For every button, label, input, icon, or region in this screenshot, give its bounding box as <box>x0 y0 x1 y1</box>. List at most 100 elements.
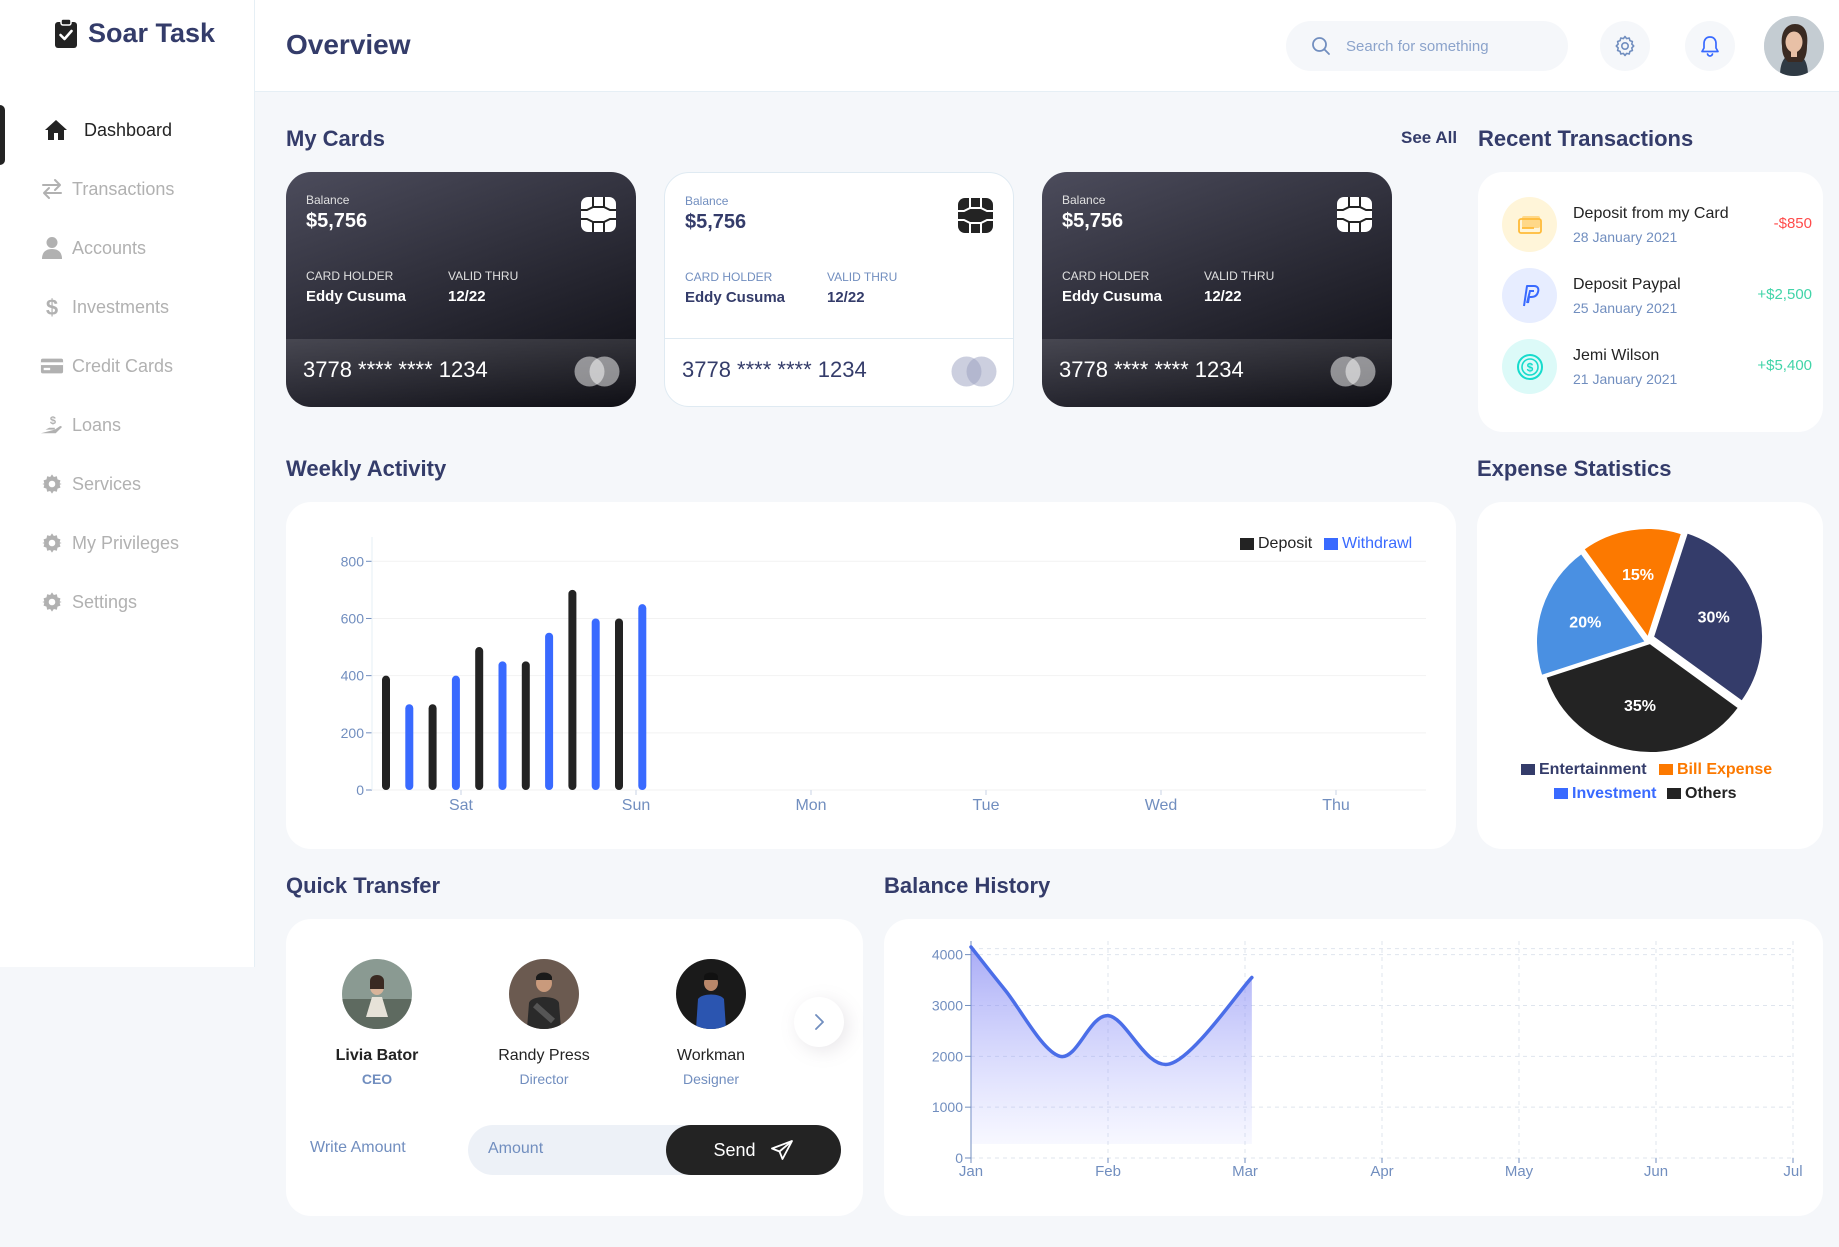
transaction-amount: +$2,500 <box>1757 286 1812 303</box>
balance-area <box>971 947 1252 1144</box>
legend-label: Bill Expense <box>1677 761 1772 778</box>
contact-role: Designer <box>682 1071 740 1087</box>
bar-withdrawl <box>405 704 414 790</box>
sidebar-item-accounts[interactable]: Accounts <box>0 223 254 273</box>
legend-label: Investment <box>1572 785 1657 802</box>
sidebar-item-services[interactable]: Services <box>0 459 254 509</box>
bar-withdrawl <box>591 618 600 790</box>
y-tick-label: 3000 <box>932 997 963 1013</box>
sidebar-item-transactions[interactable]: Transactions <box>0 164 254 214</box>
sidebar-item-credit-cards[interactable]: Credit Cards <box>0 341 254 391</box>
write-amount-label: Write Amount <box>310 1139 406 1156</box>
balance-history-title: Balance History <box>884 873 1051 898</box>
balance-label: Balance <box>685 194 729 208</box>
see-all-link[interactable]: See All <box>1401 128 1457 148</box>
transaction-item[interactable]: Deposit Paypal 25 January 2021 +$2,500 <box>1502 268 1812 324</box>
y-tick-label: 800 <box>341 553 365 569</box>
sidebar-item-settings[interactable]: Settings <box>0 577 254 627</box>
settings-button[interactable] <box>1600 21 1650 71</box>
user-icon <box>40 236 64 260</box>
contact-avatar <box>676 959 746 1029</box>
contact-name: Randy Press <box>498 1047 590 1064</box>
transaction-item[interactable]: $ Jemi Wilson 21 January 2021 +$5,400 <box>1502 339 1812 395</box>
credit-card[interactable]: Balance $5,756 CARD HOLDER Eddy Cusuma V… <box>664 172 1014 407</box>
transaction-date: 21 January 2021 <box>1573 371 1678 387</box>
balance-value: $5,756 <box>685 211 747 233</box>
card-icon <box>1502 197 1557 252</box>
card-footer: 3778 **** **** 1234 <box>665 338 1013 406</box>
sidebar-item-investments[interactable]: $ Investments <box>0 282 254 332</box>
legend-swatch <box>1521 764 1535 775</box>
y-tick-label: 0 <box>356 782 364 798</box>
card-number: 3778 **** **** 1234 <box>682 357 867 382</box>
card-network-logo <box>951 356 997 387</box>
pie-slice-label: 35% <box>1624 698 1656 715</box>
svg-text:$: $ <box>1526 360 1533 374</box>
bar-deposit <box>475 647 484 790</box>
transfer-contact[interactable]: Randy Press Director <box>484 959 604 1087</box>
valid-thru-value: 12/22 <box>827 289 865 306</box>
card-network-logo <box>1330 356 1376 387</box>
sidebar-item-label: Transactions <box>72 178 175 199</box>
sidebar-item-label: Settings <box>72 591 138 612</box>
sidebar-item-label: Credit Cards <box>72 355 174 376</box>
bar-deposit <box>521 661 530 790</box>
credit-card[interactable]: Balance $5,756 CARD HOLDER Eddy Cusuma V… <box>1042 172 1392 407</box>
search-bar[interactable] <box>1286 21 1568 71</box>
balance-value: $5,756 <box>306 210 368 232</box>
sidebar-item-label: Investments <box>72 296 170 317</box>
sidebar-item-dashboard[interactable]: Dashboard <box>0 105 254 165</box>
balance-value: $5,756 <box>1062 210 1124 232</box>
app-logo[interactable]: Soar Task <box>54 18 215 49</box>
x-tick-label: Sun <box>622 797 650 814</box>
transfer-contact[interactable]: Workman Designer <box>651 959 771 1087</box>
legend-swatch <box>1554 788 1568 799</box>
gear-icon <box>40 472 64 496</box>
card-footer: 3778 **** **** 1234 <box>286 339 636 407</box>
legend-label: Entertainment <box>1539 761 1647 778</box>
user-avatar[interactable] <box>1764 16 1824 76</box>
x-tick-label: Jul <box>1783 1163 1802 1180</box>
x-tick-label: Tue <box>973 797 1000 814</box>
card-footer: 3778 **** **** 1234 <box>1042 339 1392 407</box>
search-input[interactable] <box>1346 37 1546 55</box>
transfer-contact[interactable]: Livia Bator CEO <box>317 959 437 1087</box>
sidebar-item-loans[interactable]: $ Loans <box>0 400 254 450</box>
sidebar-item-my-privileges[interactable]: My Privileges <box>0 518 254 568</box>
dollar-icon: $ <box>40 295 64 319</box>
card-number: 3778 **** **** 1234 <box>303 357 488 382</box>
contact-role: CEO <box>361 1071 393 1087</box>
send-button[interactable]: Send <box>666 1125 841 1175</box>
transaction-amount: -$850 <box>1773 215 1812 232</box>
next-contacts-button[interactable] <box>794 997 844 1047</box>
sidebar: Soar Task Dashboard Transactions Account… <box>0 0 255 967</box>
amount-input[interactable] <box>488 1140 648 1158</box>
notifications-button[interactable] <box>1685 21 1735 71</box>
send-label: Send <box>713 1139 756 1160</box>
transfer-icon <box>40 177 64 201</box>
credit-card[interactable]: Balance $5,756 CARD HOLDER Eddy Cusuma V… <box>286 172 636 407</box>
y-tick-label: 200 <box>341 725 365 741</box>
bar-withdrawl <box>498 661 507 790</box>
legend-label-withdrawl: Withdrawl <box>1342 535 1412 552</box>
card-holder-name: Eddy Cusuma <box>306 288 407 305</box>
weekly-activity-title: Weekly Activity <box>286 456 447 481</box>
pie-slice-label: 30% <box>1698 609 1730 626</box>
gear-icon <box>40 590 64 614</box>
x-tick-label: Apr <box>1370 1163 1393 1180</box>
transaction-item[interactable]: Deposit from my Card 28 January 2021 -$8… <box>1502 197 1812 253</box>
svg-text:$: $ <box>50 415 56 427</box>
app-name: Soar Task <box>88 18 216 48</box>
balance-history-panel: 0 1000 2000 3000 4000 Jan Feb Mar Apr May Jun Jul <box>884 919 1823 1216</box>
gear-icon <box>40 531 64 555</box>
sidebar-item-label: Accounts <box>72 237 147 258</box>
bell-icon <box>1701 36 1719 57</box>
contact-name: Workman <box>676 1047 746 1064</box>
quick-transfer-title: Quick Transfer <box>286 873 441 898</box>
card-holder-label: CARD HOLDER <box>1062 269 1150 283</box>
my-cards-title: My Cards <box>286 126 386 151</box>
paper-plane-icon <box>770 1140 793 1160</box>
expense-statistics-title: Expense Statistics <box>1477 456 1672 481</box>
contact-name: Livia Bator <box>335 1047 419 1064</box>
transaction-title: Deposit Paypal <box>1573 276 1681 293</box>
